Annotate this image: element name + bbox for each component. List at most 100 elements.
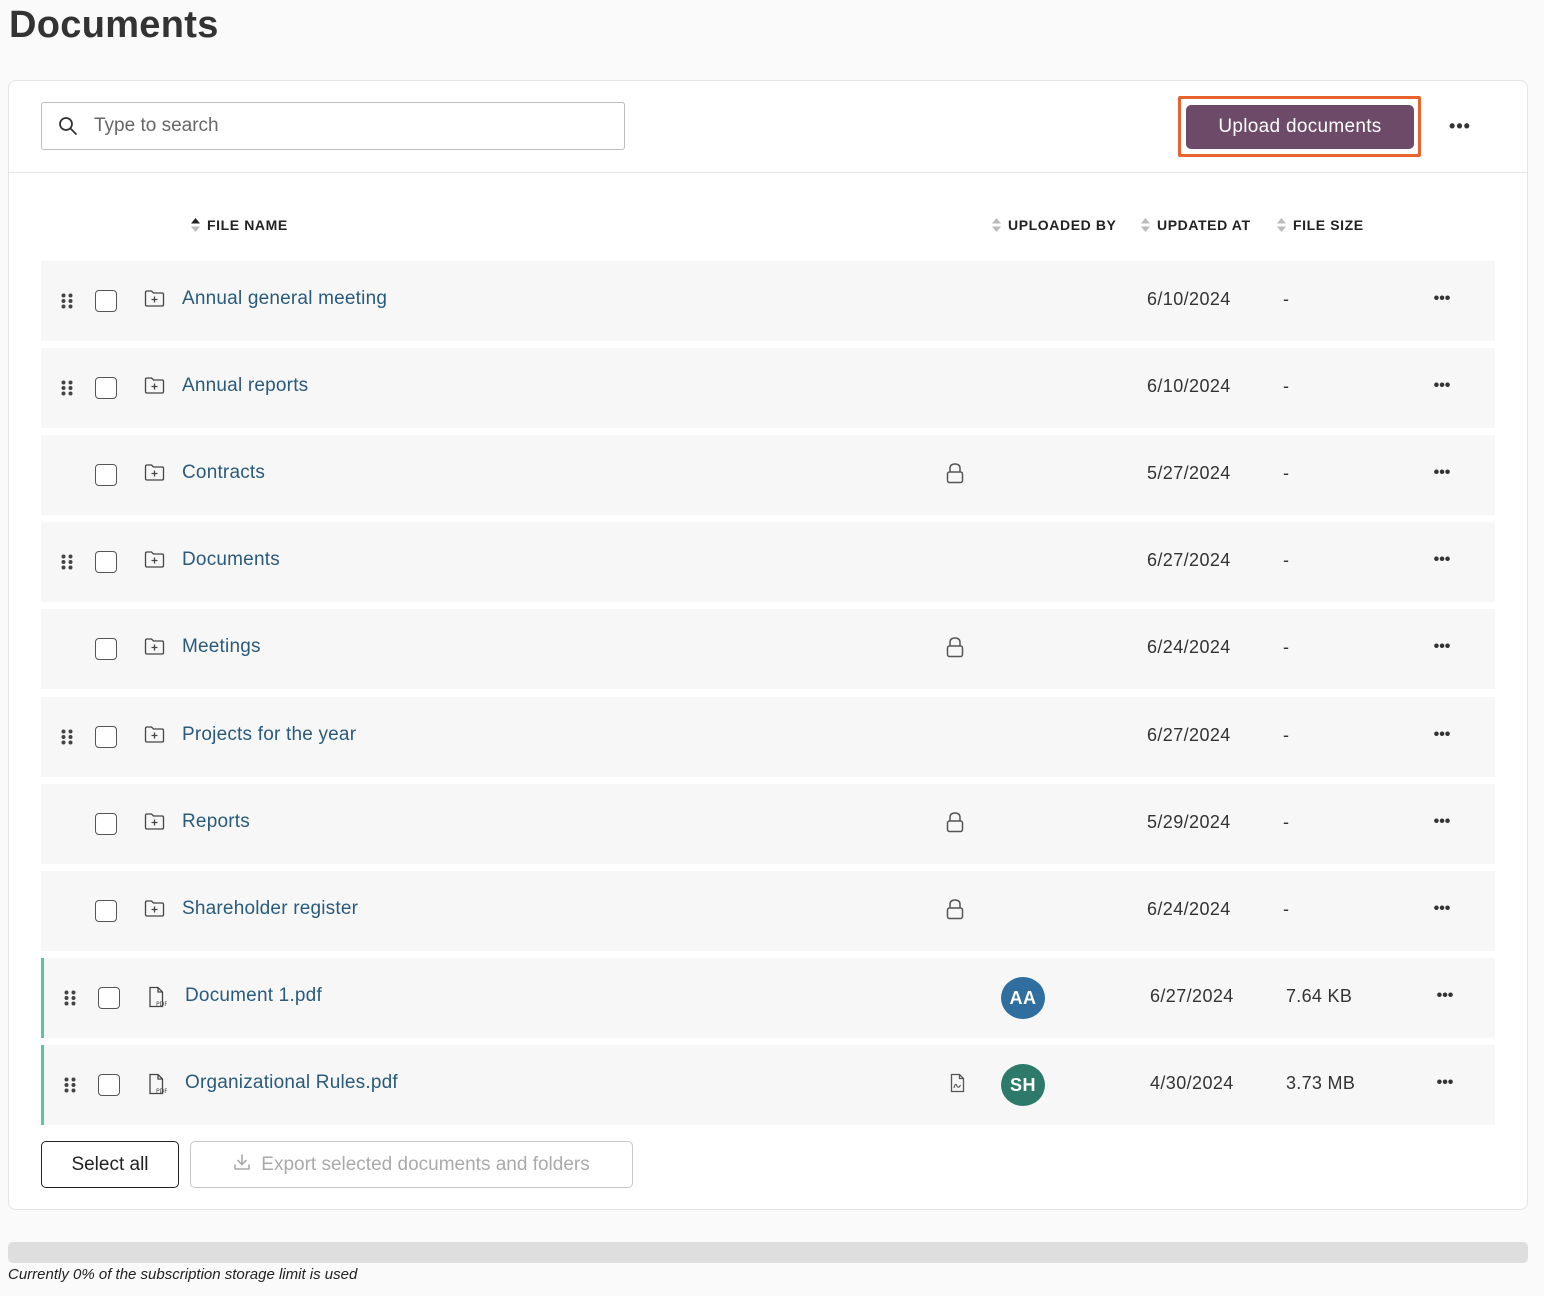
search-box[interactable]	[41, 102, 625, 150]
row-more-options-icon[interactable]: •••	[1429, 897, 1455, 921]
drag-handle-icon[interactable]	[61, 729, 73, 750]
row-file-name[interactable]: Annual reports	[182, 375, 308, 397]
table-row[interactable]: Shareholder register 6/24/2024 - •••	[41, 871, 1495, 951]
row-checkbox[interactable]	[95, 290, 117, 312]
search-input[interactable]	[94, 115, 594, 137]
row-file-size: -	[1283, 637, 1290, 657]
row-file-name[interactable]: Meetings	[182, 636, 261, 658]
row-file-name[interactable]: Organizational Rules.pdf	[185, 1072, 398, 1094]
row-checkbox[interactable]	[95, 900, 117, 922]
column-uploaded-by[interactable]: UPLOADED BY	[992, 217, 1117, 233]
table-row[interactable]: PDF Organizational Rules.pdf SH 4/30/202…	[41, 1045, 1495, 1125]
svg-text:PDF: PDF	[156, 1088, 167, 1095]
drag-handle-icon[interactable]	[61, 293, 73, 314]
table-row[interactable]: Meetings 6/24/2024 - •••	[41, 609, 1495, 689]
pdf-file-icon: PDF	[147, 986, 168, 1013]
row-updated-at: 5/29/2024	[1147, 812, 1231, 832]
avatar: SH	[1001, 1064, 1045, 1106]
upload-documents-button[interactable]: Upload documents	[1186, 105, 1414, 149]
more-options-icon[interactable]: •••	[1445, 113, 1475, 139]
row-file-size: -	[1283, 376, 1290, 396]
row-file-name[interactable]: Annual general meeting	[182, 288, 387, 310]
row-checkbox[interactable]	[95, 726, 117, 748]
folder-icon	[144, 899, 165, 923]
storage-progress-bar	[8, 1242, 1528, 1263]
row-updated-at: 6/27/2024	[1147, 725, 1231, 745]
drag-handle-icon[interactable]	[61, 380, 73, 401]
table-row[interactable]: Projects for the year 6/27/2024 - •••	[41, 697, 1495, 777]
documents-panel: Upload documents ••• FILE NAME UPLOADED …	[8, 80, 1528, 1210]
row-more-options-icon[interactable]: •••	[1429, 548, 1455, 572]
export-button-label: Export selected documents and folders	[261, 1153, 590, 1175]
column-file-size[interactable]: FILE SIZE	[1277, 217, 1364, 233]
row-updated-at: 6/27/2024	[1150, 986, 1234, 1006]
row-file-name[interactable]: Projects for the year	[182, 724, 356, 746]
folder-icon	[144, 376, 165, 400]
row-checkbox[interactable]	[95, 813, 117, 835]
row-file-size: 3.73 MB	[1286, 1073, 1356, 1093]
folder-icon	[144, 725, 165, 749]
table-row[interactable]: Contracts 5/27/2024 - •••	[41, 435, 1495, 515]
row-file-name[interactable]: Reports	[182, 811, 250, 833]
sort-icon	[1141, 218, 1150, 232]
signed-document-icon	[949, 1073, 967, 1098]
row-updated-at: 6/10/2024	[1147, 376, 1231, 396]
row-more-options-icon[interactable]: •••	[1429, 810, 1455, 834]
table-row[interactable]: PDF Document 1.pdf AA 6/27/2024 7.64 KB …	[41, 958, 1495, 1038]
row-checkbox[interactable]	[95, 638, 117, 660]
row-updated-at: 6/27/2024	[1147, 550, 1231, 570]
drag-handle-icon[interactable]	[61, 554, 73, 575]
folder-icon	[144, 289, 165, 313]
row-checkbox[interactable]	[98, 1074, 120, 1096]
lock-icon	[945, 462, 965, 489]
row-more-options-icon[interactable]: •••	[1432, 1071, 1458, 1095]
row-file-name[interactable]: Documents	[182, 549, 280, 571]
row-file-size: -	[1283, 463, 1290, 483]
drag-handle-icon[interactable]	[64, 1077, 76, 1098]
row-file-name[interactable]: Contracts	[182, 462, 265, 484]
row-checkbox[interactable]	[98, 987, 120, 1009]
folder-icon	[144, 637, 165, 661]
row-file-size: -	[1283, 550, 1290, 570]
lock-icon	[945, 811, 965, 838]
row-more-options-icon[interactable]: •••	[1429, 287, 1455, 311]
pdf-file-icon: PDF	[147, 1073, 168, 1100]
table-row[interactable]: Annual general meeting 6/10/2024 - •••	[41, 261, 1495, 341]
row-file-name[interactable]: Document 1.pdf	[185, 985, 322, 1007]
select-all-button[interactable]: Select all	[41, 1141, 179, 1188]
row-file-size: -	[1283, 725, 1290, 745]
avatar: AA	[1001, 977, 1045, 1019]
row-file-size: 7.64 KB	[1286, 986, 1353, 1006]
row-checkbox[interactable]	[95, 377, 117, 399]
row-more-options-icon[interactable]: •••	[1429, 461, 1455, 485]
sort-icon	[1277, 218, 1286, 232]
row-file-size: -	[1283, 899, 1290, 919]
row-file-name[interactable]: Shareholder register	[182, 898, 358, 920]
toolbar: Upload documents •••	[9, 81, 1527, 173]
sort-icon	[191, 218, 200, 232]
lock-icon	[945, 898, 965, 925]
row-checkbox[interactable]	[95, 464, 117, 486]
download-icon	[233, 1153, 251, 1177]
table-row[interactable]: Documents 6/27/2024 - •••	[41, 522, 1495, 602]
drag-handle-icon[interactable]	[64, 990, 76, 1011]
table-header: FILE NAME UPLOADED BY UPDATED AT FILE SI…	[41, 211, 1495, 243]
column-file-name[interactable]: FILE NAME	[191, 217, 288, 233]
search-icon	[42, 116, 94, 136]
page-title: Documents	[9, 4, 219, 46]
row-updated-at: 6/24/2024	[1147, 899, 1231, 919]
row-more-options-icon[interactable]: •••	[1429, 635, 1455, 659]
table-row[interactable]: Annual reports 6/10/2024 - •••	[41, 348, 1495, 428]
row-more-options-icon[interactable]: •••	[1429, 374, 1455, 398]
row-updated-at: 6/24/2024	[1147, 637, 1231, 657]
row-more-options-icon[interactable]: •••	[1429, 723, 1455, 747]
folder-icon	[144, 812, 165, 836]
row-more-options-icon[interactable]: •••	[1432, 984, 1458, 1008]
storage-usage-text: Currently 0% of the subscription storage…	[8, 1266, 358, 1283]
folder-icon	[144, 550, 165, 574]
column-updated-at[interactable]: UPDATED AT	[1141, 217, 1251, 233]
table-row[interactable]: Reports 5/29/2024 - •••	[41, 784, 1495, 864]
export-button[interactable]: Export selected documents and folders	[190, 1141, 633, 1188]
row-updated-at: 5/27/2024	[1147, 463, 1231, 483]
row-checkbox[interactable]	[95, 551, 117, 573]
